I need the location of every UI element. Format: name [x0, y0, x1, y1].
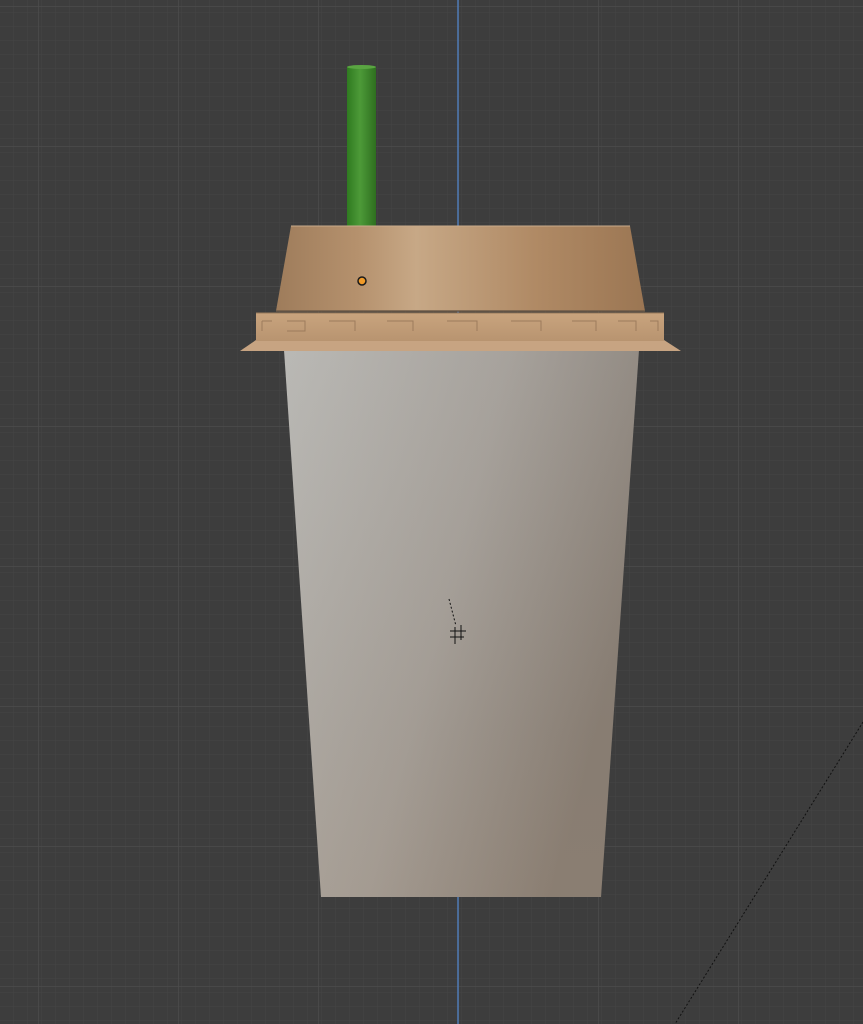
3d-viewport[interactable] — [0, 0, 863, 1024]
straw-mesh[interactable] — [347, 65, 376, 237]
cup-body-mesh[interactable] — [284, 350, 639, 897]
viewport-canvas[interactable] — [0, 0, 863, 1024]
cup-lid-mesh[interactable] — [276, 225, 645, 312]
cup-rim-mesh[interactable] — [240, 312, 681, 351]
object-origin-icon — [357, 276, 367, 286]
